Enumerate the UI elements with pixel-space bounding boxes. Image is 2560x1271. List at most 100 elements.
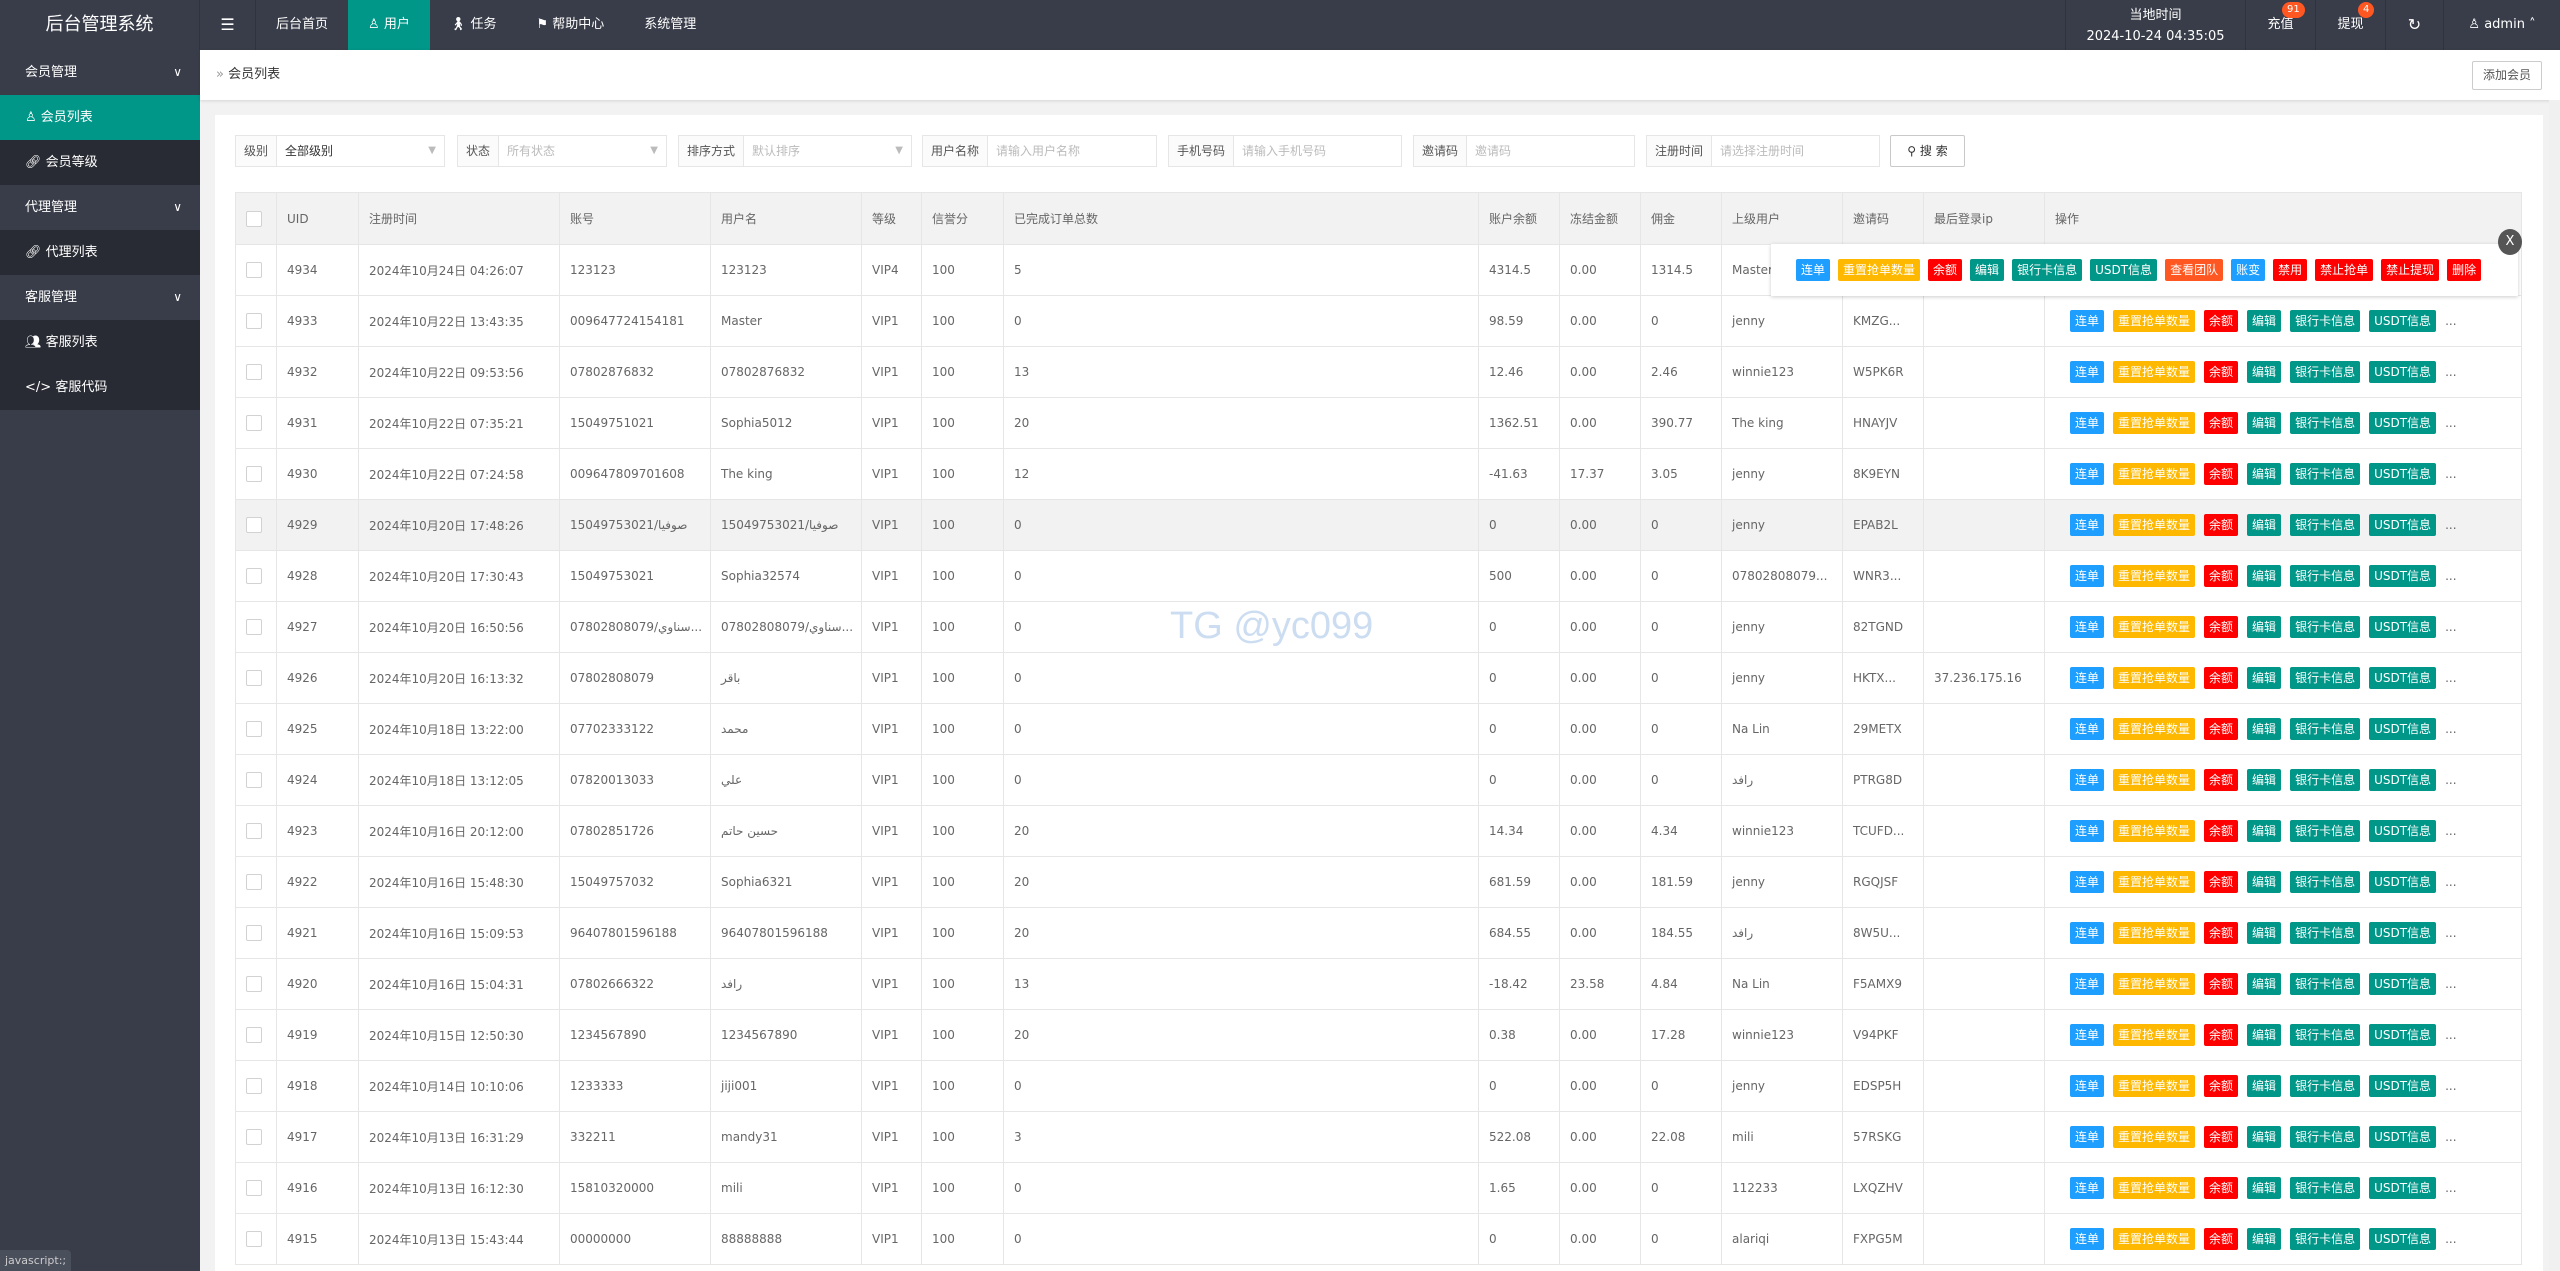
row-action-button[interactable]: 银行卡信息 (2290, 922, 2361, 944)
row-checkbox[interactable] (246, 1078, 262, 1094)
more-actions[interactable]: ... (2445, 824, 2456, 838)
sort-select[interactable]: 排序方式 默认排序 ▼ (678, 135, 912, 167)
row-action-button[interactable]: USDT信息 (2369, 1126, 2437, 1148)
row-action-button[interactable]: 余额 (2204, 1177, 2239, 1199)
row-checkbox[interactable] (246, 670, 262, 686)
row-action-button[interactable]: 重置抢单数量 (2113, 820, 2196, 842)
popup-action-button[interactable]: 余额 (1928, 259, 1963, 281)
row-action-button[interactable]: 银行卡信息 (2290, 1228, 2361, 1250)
row-action-button[interactable]: 重置抢单数量 (2113, 361, 2196, 383)
row-checkbox[interactable] (246, 721, 262, 737)
row-action-button[interactable]: 余额 (2204, 667, 2239, 689)
row-action-button[interactable]: 余额 (2204, 361, 2239, 383)
row-action-button[interactable]: 连单 (2070, 871, 2105, 893)
row-action-button[interactable]: USDT信息 (2369, 973, 2437, 995)
more-actions[interactable]: ... (2445, 1181, 2456, 1195)
row-action-button[interactable]: 编辑 (2247, 718, 2282, 740)
row-action-button[interactable]: USDT信息 (2369, 1075, 2437, 1097)
row-action-button[interactable]: 连单 (2070, 1177, 2105, 1199)
row-action-button[interactable]: 编辑 (2247, 463, 2282, 485)
row-action-button[interactable]: 银行卡信息 (2290, 1126, 2361, 1148)
row-checkbox[interactable] (246, 1027, 262, 1043)
status-select[interactable]: 状态 所有状态 ▼ (457, 135, 667, 167)
sidebar-item-member-list[interactable]: ♙ 会员列表 (0, 95, 200, 140)
row-action-button[interactable]: 银行卡信息 (2290, 871, 2361, 893)
refresh-icon[interactable]: ↻ (2385, 0, 2443, 50)
more-actions[interactable]: ... (2445, 671, 2456, 685)
more-actions[interactable]: ... (2445, 1028, 2456, 1042)
row-action-button[interactable]: 编辑 (2247, 1126, 2282, 1148)
row-action-button[interactable]: 连单 (2070, 769, 2105, 791)
row-action-button[interactable]: 重置抢单数量 (2113, 1126, 2196, 1148)
row-action-button[interactable]: 连单 (2070, 1024, 2105, 1046)
popup-action-button[interactable]: 禁用 (2273, 259, 2308, 281)
row-checkbox[interactable] (246, 1180, 262, 1196)
row-action-button[interactable]: 余额 (2204, 871, 2239, 893)
row-action-button[interactable]: 编辑 (2247, 616, 2282, 638)
row-checkbox[interactable] (246, 517, 262, 533)
sidebar-item-agent-list[interactable]: 🔗︎ 代理列表 (0, 230, 200, 275)
row-action-button[interactable]: 重置抢单数量 (2113, 667, 2196, 689)
row-action-button[interactable]: 重置抢单数量 (2113, 871, 2196, 893)
row-action-button[interactable]: 银行卡信息 (2290, 769, 2361, 791)
more-actions[interactable]: ... (2445, 773, 2456, 787)
row-action-button[interactable]: 编辑 (2247, 973, 2282, 995)
more-actions[interactable]: ... (2445, 467, 2456, 481)
row-action-button[interactable]: 重置抢单数量 (2113, 412, 2196, 434)
row-action-button[interactable]: 连单 (2070, 1228, 2105, 1250)
row-action-button[interactable]: 编辑 (2247, 1228, 2282, 1250)
row-action-button[interactable]: 编辑 (2247, 667, 2282, 689)
sidebar-group-agent[interactable]: 代理管理 ∨ (0, 185, 200, 230)
row-action-button[interactable]: 余额 (2204, 922, 2239, 944)
row-action-button[interactable]: 编辑 (2247, 514, 2282, 536)
recharge-button[interactable]: 充值 91 (2245, 0, 2315, 50)
row-action-button[interactable]: 余额 (2204, 1228, 2239, 1250)
row-action-button[interactable]: 连单 (2070, 463, 2105, 485)
row-action-button[interactable]: 余额 (2204, 769, 2239, 791)
row-action-button[interactable]: 银行卡信息 (2290, 1024, 2361, 1046)
more-actions[interactable]: ... (2445, 722, 2456, 736)
row-action-button[interactable]: 编辑 (2247, 310, 2282, 332)
phone-placeholder[interactable]: 请输入手机号码 (1234, 136, 1401, 166)
more-actions[interactable]: ... (2445, 1079, 2456, 1093)
row-action-button[interactable]: 连单 (2070, 1075, 2105, 1097)
row-action-button[interactable]: 编辑 (2247, 871, 2282, 893)
hamburger-icon[interactable]: ☰ (200, 0, 256, 50)
username-input[interactable]: 用户名称 请输入用户名称 (922, 135, 1157, 167)
row-action-button[interactable]: 银行卡信息 (2290, 1177, 2361, 1199)
row-action-button[interactable]: 编辑 (2247, 412, 2282, 434)
register-time-input[interactable]: 注册时间 请选择注册时间 (1646, 135, 1880, 167)
row-action-button[interactable]: 重置抢单数量 (2113, 769, 2196, 791)
row-action-button[interactable]: 银行卡信息 (2290, 310, 2361, 332)
row-action-button[interactable]: 连单 (2070, 361, 2105, 383)
row-action-button[interactable]: 余额 (2204, 1075, 2239, 1097)
row-action-button[interactable]: 重置抢单数量 (2113, 718, 2196, 740)
username-placeholder[interactable]: 请输入用户名称 (988, 136, 1156, 166)
row-action-button[interactable]: 编辑 (2247, 820, 2282, 842)
row-action-button[interactable]: 银行卡信息 (2290, 973, 2361, 995)
row-action-button[interactable]: USDT信息 (2369, 1228, 2437, 1250)
sidebar-item-service-code[interactable]: </> 客服代码 (0, 365, 200, 410)
row-action-button[interactable]: USDT信息 (2369, 361, 2437, 383)
row-action-button[interactable]: 银行卡信息 (2290, 361, 2361, 383)
row-checkbox[interactable] (246, 313, 262, 329)
row-action-button[interactable]: USDT信息 (2369, 871, 2437, 893)
row-checkbox[interactable] (246, 466, 262, 482)
sidebar-item-service-list[interactable]: 👥︎ 客服列表 (0, 320, 200, 365)
row-checkbox[interactable] (246, 262, 262, 278)
row-action-button[interactable]: 连单 (2070, 718, 2105, 740)
row-checkbox[interactable] (246, 364, 262, 380)
row-action-button[interactable]: 余额 (2204, 820, 2239, 842)
row-action-button[interactable]: USDT信息 (2369, 514, 2437, 536)
row-action-button[interactable]: 重置抢单数量 (2113, 1024, 2196, 1046)
row-checkbox[interactable] (246, 874, 262, 890)
invite-placeholder[interactable]: 邀请码 (1467, 136, 1634, 166)
row-action-button[interactable]: 连单 (2070, 412, 2105, 434)
more-actions[interactable]: ... (2445, 365, 2456, 379)
phone-input[interactable]: 手机号码 请输入手机号码 (1168, 135, 1402, 167)
row-action-button[interactable]: 连单 (2070, 667, 2105, 689)
row-action-button[interactable]: 连单 (2070, 922, 2105, 944)
withdraw-button[interactable]: 提现 4 (2315, 0, 2385, 50)
row-action-button[interactable]: 余额 (2204, 310, 2239, 332)
more-actions[interactable]: ... (2445, 875, 2456, 889)
